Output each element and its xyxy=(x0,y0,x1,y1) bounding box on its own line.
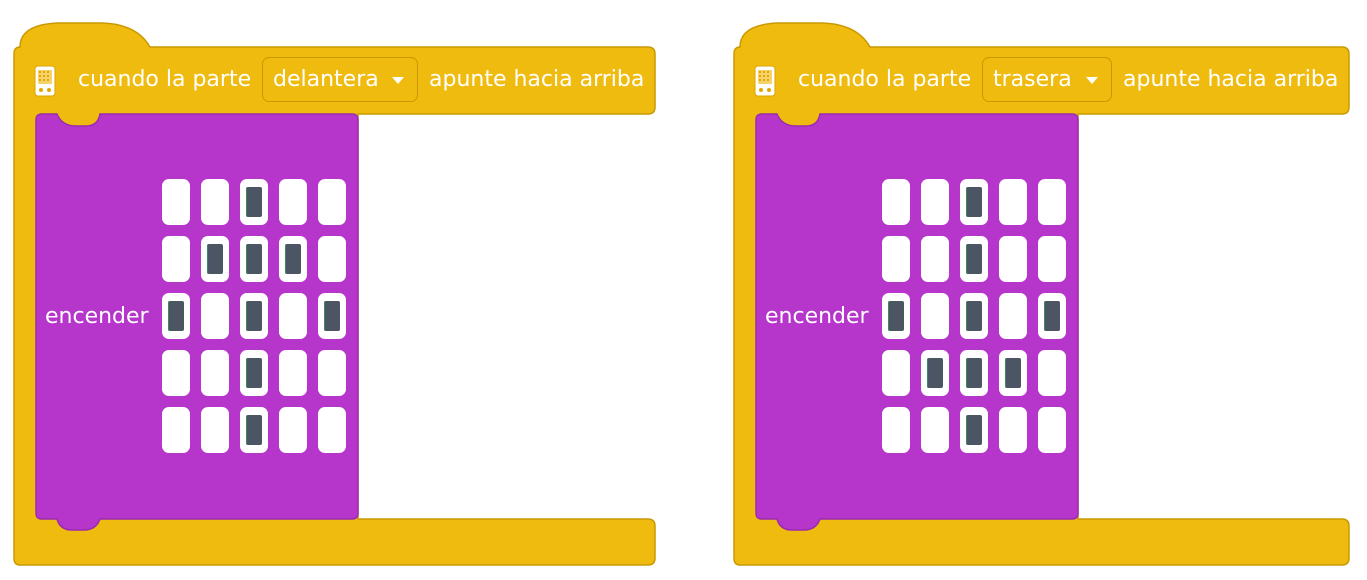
led-cell-r0-c4[interactable] xyxy=(1038,179,1066,225)
side-dropdown[interactable]: trasera xyxy=(982,57,1112,102)
led-cell-r3-c1[interactable] xyxy=(201,350,229,396)
led-cell-r3-c1[interactable] xyxy=(921,350,949,396)
led-cell-r1-c2[interactable] xyxy=(240,236,268,282)
led-cell-r3-c4[interactable] xyxy=(1038,350,1066,396)
block-suffix-text: apunte hacia arriba xyxy=(1123,67,1339,92)
led-cell-r4-c0[interactable] xyxy=(162,407,190,453)
led-cell-r0-c1[interactable] xyxy=(201,179,229,225)
side-dropdown[interactable]: delantera xyxy=(262,57,418,102)
led-cell-r4-c1[interactable] xyxy=(921,407,949,453)
led-cell-r2-c0[interactable] xyxy=(882,293,910,339)
microbit-icon xyxy=(754,65,776,97)
led-cell-r3-c4[interactable] xyxy=(318,350,346,396)
led-cell-r2-c2[interactable] xyxy=(960,293,988,339)
led-cell-r3-c0[interactable] xyxy=(882,350,910,396)
led-cell-r0-c3[interactable] xyxy=(999,179,1027,225)
event-block-back[interactable]: cuando la parte trasera apunte hacia arr… xyxy=(732,22,1367,567)
side-dropdown-value: delantera xyxy=(273,67,379,92)
led-cell-r0-c2[interactable] xyxy=(240,179,268,225)
led-cell-r0-c0[interactable] xyxy=(162,179,190,225)
led-cell-r1-c4[interactable] xyxy=(1038,236,1066,282)
led-cell-r1-c0[interactable] xyxy=(162,236,190,282)
led-action-label: encender xyxy=(45,304,149,329)
led-cell-r2-c3[interactable] xyxy=(999,293,1027,339)
led-cell-r1-c3[interactable] xyxy=(999,236,1027,282)
led-cell-r4-c1[interactable] xyxy=(201,407,229,453)
led-cell-r4-c3[interactable] xyxy=(279,407,307,453)
microbit-icon xyxy=(34,65,56,97)
led-cell-r2-c4[interactable] xyxy=(1038,293,1066,339)
chevron-down-icon xyxy=(392,77,404,84)
led-cell-r1-c4[interactable] xyxy=(318,236,346,282)
led-cell-r4-c3[interactable] xyxy=(999,407,1027,453)
led-action-label: encender xyxy=(765,304,869,329)
block-suffix-text: apunte hacia arriba xyxy=(429,67,645,92)
block-prefix-text: cuando la parte xyxy=(798,67,972,92)
led-cell-r2-c3[interactable] xyxy=(279,293,307,339)
led-cell-r3-c0[interactable] xyxy=(162,350,190,396)
led-cell-r1-c0[interactable] xyxy=(882,236,910,282)
event-block-front[interactable]: cuando la parte delantera apunte hacia a… xyxy=(12,22,657,567)
led-cell-r0-c3[interactable] xyxy=(279,179,307,225)
led-grid xyxy=(162,179,346,453)
led-cell-r4-c4[interactable] xyxy=(318,407,346,453)
led-cell-r3-c3[interactable] xyxy=(999,350,1027,396)
led-cell-r2-c1[interactable] xyxy=(921,293,949,339)
led-cell-r4-c4[interactable] xyxy=(1038,407,1066,453)
led-cell-r3-c2[interactable] xyxy=(960,350,988,396)
led-cell-r0-c1[interactable] xyxy=(921,179,949,225)
led-cell-r2-c0[interactable] xyxy=(162,293,190,339)
led-cell-r2-c4[interactable] xyxy=(318,293,346,339)
chevron-down-icon xyxy=(1086,77,1098,84)
led-cell-r0-c0[interactable] xyxy=(882,179,910,225)
led-cell-r2-c1[interactable] xyxy=(201,293,229,339)
led-cell-r3-c3[interactable] xyxy=(279,350,307,396)
led-cell-r4-c2[interactable] xyxy=(240,407,268,453)
led-cell-r0-c4[interactable] xyxy=(318,179,346,225)
led-cell-r2-c2[interactable] xyxy=(240,293,268,339)
led-cell-r3-c2[interactable] xyxy=(240,350,268,396)
side-dropdown-value: trasera xyxy=(993,67,1072,92)
led-cell-r1-c1[interactable] xyxy=(921,236,949,282)
led-grid xyxy=(882,179,1066,453)
block-prefix-text: cuando la parte xyxy=(78,67,252,92)
led-cell-r4-c0[interactable] xyxy=(882,407,910,453)
led-cell-r0-c2[interactable] xyxy=(960,179,988,225)
led-cell-r1-c1[interactable] xyxy=(201,236,229,282)
led-cell-r4-c2[interactable] xyxy=(960,407,988,453)
led-cell-r1-c2[interactable] xyxy=(960,236,988,282)
led-cell-r1-c3[interactable] xyxy=(279,236,307,282)
